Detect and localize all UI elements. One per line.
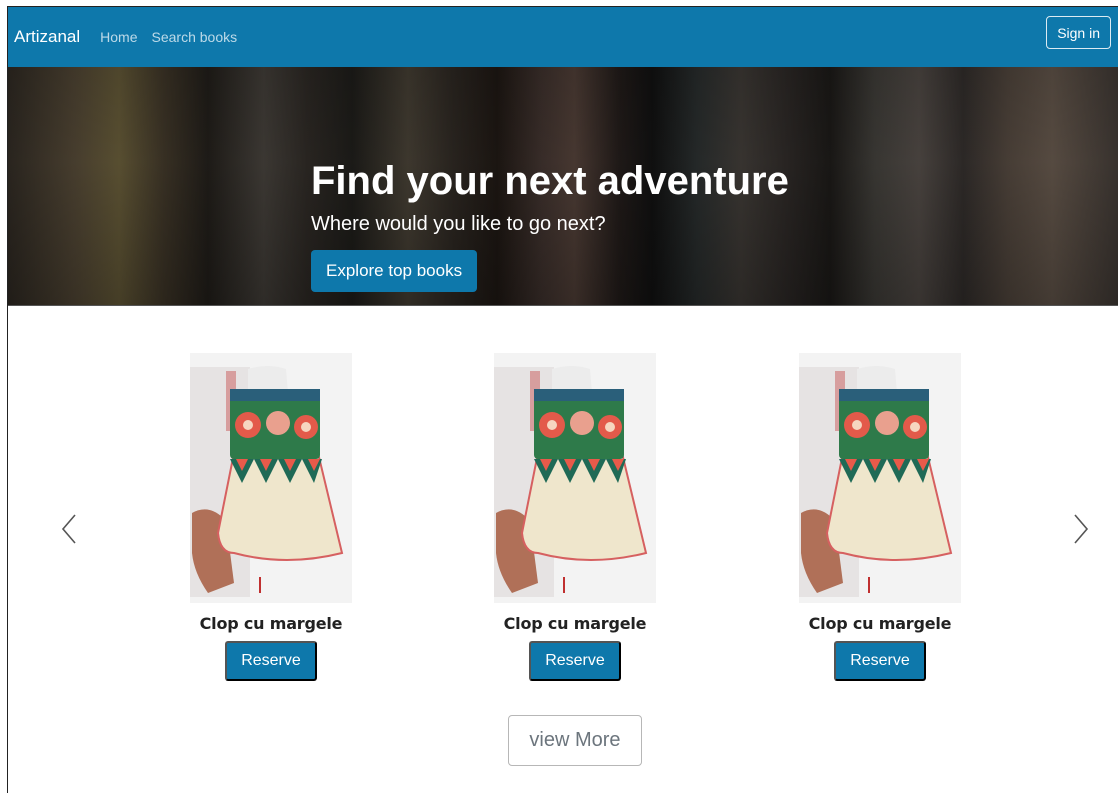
product-image[interactable] <box>494 353 656 603</box>
product-card: Clop cu margele Reserve <box>494 353 656 681</box>
hero-content: Find your next adventure Where would you… <box>311 157 789 292</box>
nav-link-home[interactable]: Home <box>100 29 137 45</box>
product-image[interactable] <box>190 353 352 603</box>
hero-title: Find your next adventure <box>311 159 789 203</box>
reserve-button[interactable]: Reserve <box>225 641 317 681</box>
carousel-next-button[interactable] <box>1070 511 1092 547</box>
product-card: Clop cu margele Reserve <box>190 353 352 681</box>
navbar: Artizanal Home Search books Sign in <box>8 7 1118 67</box>
page-frame: Artizanal Home Search books Sign in Find… <box>7 6 1118 793</box>
product-title: Clop cu margele <box>199 614 343 633</box>
chevron-right-icon <box>1074 514 1089 544</box>
product-title: Clop cu margele <box>503 614 647 633</box>
nav-link-search-books[interactable]: Search books <box>152 29 238 45</box>
chevron-left-icon <box>61 514 76 544</box>
carousel-prev-button[interactable] <box>58 511 80 547</box>
hero-banner: Find your next adventure Where would you… <box>8 67 1118 305</box>
brand-logo[interactable]: Artizanal <box>14 27 80 47</box>
product-card: Clop cu margele Reserve <box>799 353 961 681</box>
explore-top-books-button[interactable]: Explore top books <box>311 250 478 292</box>
sign-in-button[interactable]: Sign in <box>1046 16 1111 49</box>
view-more-button[interactable]: view More <box>508 715 642 766</box>
hero-subtitle: Where would you like to go next? <box>311 213 606 235</box>
product-image[interactable] <box>799 353 961 603</box>
reserve-button[interactable]: Reserve <box>834 641 926 681</box>
product-title: Clop cu margele <box>808 614 952 633</box>
reserve-button[interactable]: Reserve <box>529 641 621 681</box>
product-carousel: Clop cu margele Reserve Clop cu margele … <box>8 306 1118 793</box>
